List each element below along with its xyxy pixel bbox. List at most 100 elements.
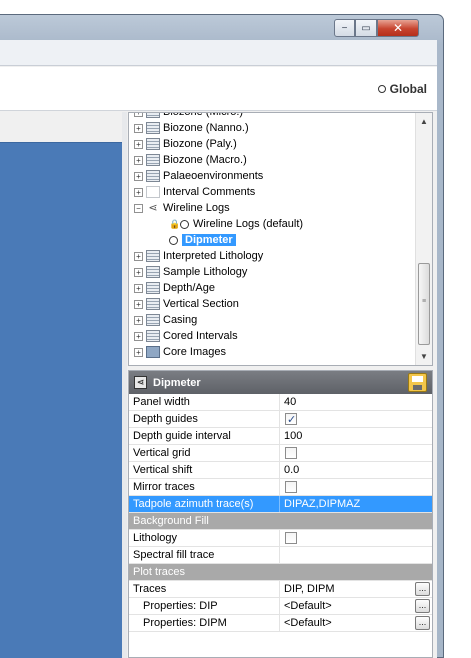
expand-icon[interactable]: +	[134, 331, 143, 341]
property-value[interactable]	[280, 479, 432, 495]
tree-item[interactable]: + Core Images	[129, 344, 419, 360]
tree-item[interactable]: Dipmeter	[129, 232, 419, 248]
property-value[interactable]: 100	[280, 428, 432, 444]
property-value-text: DIP, DIPM	[284, 583, 335, 595]
tree-scrollbar[interactable]: ▲ ≡ ▼	[415, 113, 432, 365]
property-value[interactable]: DIP, DIPM...	[280, 581, 432, 597]
property-row[interactable]: Traces DIP, DIPM...	[129, 581, 432, 598]
property-row[interactable]: Mirror traces	[129, 479, 432, 496]
radio-circle-icon[interactable]	[169, 235, 178, 245]
property-grid: Panel width 40 Depth guidesDepth guide int…	[129, 394, 432, 632]
property-value[interactable]	[280, 530, 432, 546]
tree-item[interactable]: + Interval Comments	[129, 184, 419, 200]
menu-strip	[0, 40, 437, 66]
grid-icon	[146, 346, 160, 358]
scroll-down-icon[interactable]: ▼	[420, 352, 428, 361]
property-row[interactable]: Spectral fill trace	[129, 547, 432, 564]
tree-item[interactable]: + Cored Intervals	[129, 328, 419, 344]
ellipsis-button[interactable]: ...	[415, 599, 430, 613]
grid-icon	[146, 250, 160, 262]
collapse-icon[interactable]: −	[134, 203, 143, 213]
log-canvas[interactable]	[0, 142, 122, 658]
lock-icon: 🔒	[169, 219, 181, 229]
property-category[interactable]: Background Fill	[129, 513, 432, 530]
checkbox[interactable]	[285, 447, 297, 459]
tree-item-label: Biozone (Nanno.)	[163, 122, 249, 134]
global-radio[interactable]: Global	[377, 82, 427, 96]
property-row[interactable]: Depth guide interval 100	[129, 428, 432, 445]
checkbox[interactable]	[285, 412, 297, 428]
tree-item[interactable]: − ⋖ Wireline Logs	[129, 200, 419, 216]
tree-item[interactable]: + Biozone (Paly.)	[129, 136, 419, 152]
property-value[interactable]: <Default>...	[280, 615, 432, 631]
properties-panel: ⋖ Dipmeter Panel width 40 Depth guidesDept…	[128, 370, 433, 658]
tree-item[interactable]: + Casing	[129, 312, 419, 328]
property-value[interactable]: 0.0	[280, 462, 432, 478]
property-value[interactable]: DIPAZ,DIPMAZ	[280, 496, 432, 512]
property-row[interactable]: Vertical shift 0.0	[129, 462, 432, 479]
tree-item-label: Sample Lithology	[163, 266, 248, 278]
tree-item[interactable]: + Interpreted Lithology	[129, 248, 419, 264]
property-value[interactable]: 40	[280, 394, 432, 410]
ellipsis-button[interactable]: ...	[415, 582, 430, 596]
expand-icon[interactable]: +	[134, 113, 143, 117]
property-row[interactable]: Vertical grid	[129, 445, 432, 462]
expand-icon[interactable]: +	[134, 123, 143, 133]
expand-icon[interactable]: +	[134, 347, 143, 357]
tree-item-label: Casing	[163, 314, 198, 326]
radio-circle-icon[interactable]	[180, 219, 189, 229]
property-value[interactable]: <Default>...	[280, 598, 432, 614]
expand-icon[interactable]: +	[134, 267, 143, 277]
ellipsis-button[interactable]: ...	[415, 616, 430, 630]
tree-item[interactable]: + Palaeoenvironments	[129, 168, 419, 184]
expand-icon[interactable]: +	[134, 251, 143, 261]
expand-icon[interactable]: +	[134, 315, 143, 325]
property-row[interactable]: Properties: DIP <Default>...	[129, 598, 432, 615]
tree-item[interactable]: + Vertical Section	[129, 296, 419, 312]
property-value[interactable]	[280, 411, 432, 428]
panel-splitter[interactable]	[122, 112, 127, 658]
checkbox[interactable]	[285, 532, 297, 544]
tree-item[interactable]: + Biozone (Macro.)	[129, 152, 419, 168]
tree-item[interactable]: 🔒 Wireline Logs (default)	[129, 216, 419, 232]
expand-icon[interactable]: +	[134, 155, 143, 165]
property-value[interactable]	[280, 445, 432, 461]
grid-icon	[146, 298, 160, 310]
property-row[interactable]: Tadpole azimuth trace(s) DIPAZ,DIPMAZ	[129, 496, 432, 513]
tree-item[interactable]: + Biozone (Micro.)	[129, 113, 419, 120]
toolbar: Global	[0, 67, 437, 111]
grid-icon	[146, 122, 160, 134]
property-category[interactable]: Plot traces	[129, 564, 432, 581]
property-row[interactable]: Properties: DIPM <Default>...	[129, 615, 432, 632]
maximize-button[interactable]: ▭	[355, 19, 377, 37]
tree-item-label: Cored Intervals	[163, 330, 238, 342]
scroll-thumb[interactable]: ≡	[418, 263, 430, 345]
tree-item-label: Dipmeter	[182, 234, 236, 246]
minimize-button[interactable]: −	[334, 19, 355, 37]
tree-item-label: Biozone (Paly.)	[163, 138, 237, 150]
property-value[interactable]	[280, 547, 432, 563]
expand-icon[interactable]: +	[134, 299, 143, 309]
property-row[interactable]: Depth guides	[129, 411, 432, 428]
tree-item-label: Depth/Age	[163, 282, 215, 294]
save-icon[interactable]	[408, 373, 427, 392]
grid-icon	[146, 186, 160, 198]
window-controls: − ▭ ✕	[334, 19, 419, 37]
radio-circle-icon[interactable]	[377, 85, 386, 93]
expand-icon[interactable]: +	[134, 283, 143, 293]
property-name: Mirror traces	[129, 479, 280, 495]
property-name: Properties: DIPM	[129, 615, 280, 631]
property-row[interactable]: Panel width 40	[129, 394, 432, 411]
expand-icon[interactable]: +	[134, 139, 143, 149]
tree-item[interactable]: + Depth/Age	[129, 280, 419, 296]
close-button[interactable]: ✕	[377, 19, 419, 37]
checkbox[interactable]	[285, 481, 297, 493]
tree-item[interactable]: + Biozone (Nanno.)	[129, 120, 419, 136]
property-row[interactable]: Lithology	[129, 530, 432, 547]
expand-icon[interactable]: +	[134, 171, 143, 181]
wireline-icon: ⋖	[148, 202, 158, 214]
expand-icon[interactable]: +	[134, 187, 143, 197]
property-name: Tadpole azimuth trace(s)	[129, 496, 280, 512]
scroll-up-icon[interactable]: ▲	[420, 117, 428, 126]
tree-item[interactable]: + Sample Lithology	[129, 264, 419, 280]
